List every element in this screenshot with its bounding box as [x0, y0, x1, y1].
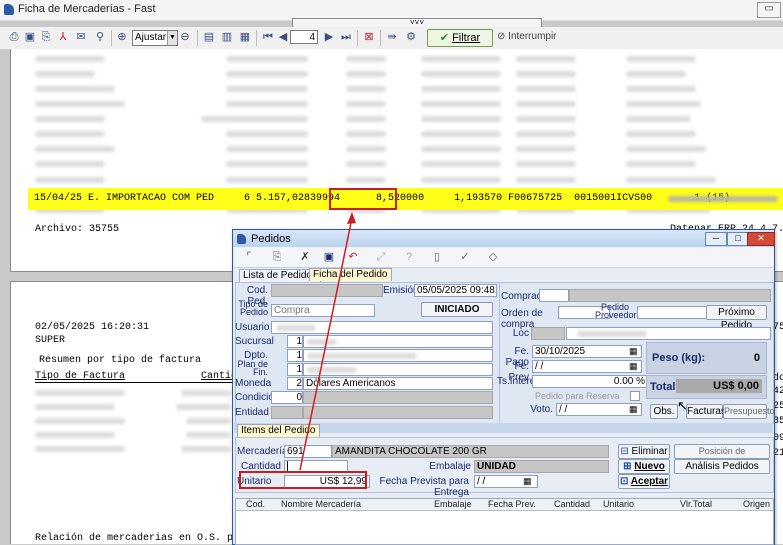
- arrow-line: [299, 217, 353, 471]
- annotation-arrow: [299, 212, 356, 471]
- arrow-head: [347, 212, 356, 224]
